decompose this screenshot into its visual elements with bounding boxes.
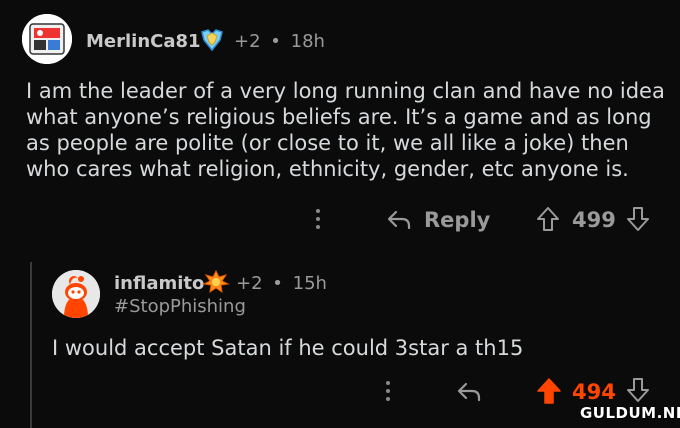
username[interactable]: inflamito — [114, 273, 204, 294]
comment-age: 15h — [292, 273, 327, 294]
separator: • — [270, 31, 281, 52]
upvote-icon[interactable] — [536, 206, 560, 232]
comment-meta: +2 • 18h — [234, 31, 325, 52]
downvote-icon[interactable] — [626, 377, 650, 403]
comment-body: I am the leader of a very long running c… — [26, 79, 665, 181]
more-options-icon[interactable] — [316, 209, 322, 229]
more-options-icon[interactable] — [386, 381, 392, 401]
comment-body: I would accept Satan if he could 3star a… — [52, 336, 524, 360]
reply-icon[interactable] — [456, 381, 482, 403]
watermark: GULDUM.NET — [580, 404, 680, 422]
reply-button[interactable]: Reply — [424, 208, 490, 232]
award-icon[interactable] — [198, 28, 226, 52]
separator: • — [272, 273, 283, 294]
username[interactable]: MerlinCa81 — [86, 31, 201, 52]
thread-line[interactable] — [30, 262, 32, 428]
reply-icon[interactable] — [386, 209, 412, 231]
vote-score: 499 — [572, 208, 616, 232]
award-icon[interactable] — [202, 269, 230, 294]
downvote-icon[interactable] — [626, 206, 650, 232]
comment-age: 18h — [290, 31, 325, 52]
avatar[interactable] — [52, 270, 100, 318]
avatar[interactable] — [22, 14, 72, 64]
vote-score: 494 — [572, 380, 616, 404]
comment-meta: +2 • 15h — [236, 273, 327, 294]
award-count[interactable]: +2 — [234, 31, 261, 52]
user-flair: #StopPhishing — [114, 296, 246, 317]
award-count[interactable]: +2 — [236, 273, 263, 294]
upvote-icon[interactable] — [536, 377, 562, 405]
